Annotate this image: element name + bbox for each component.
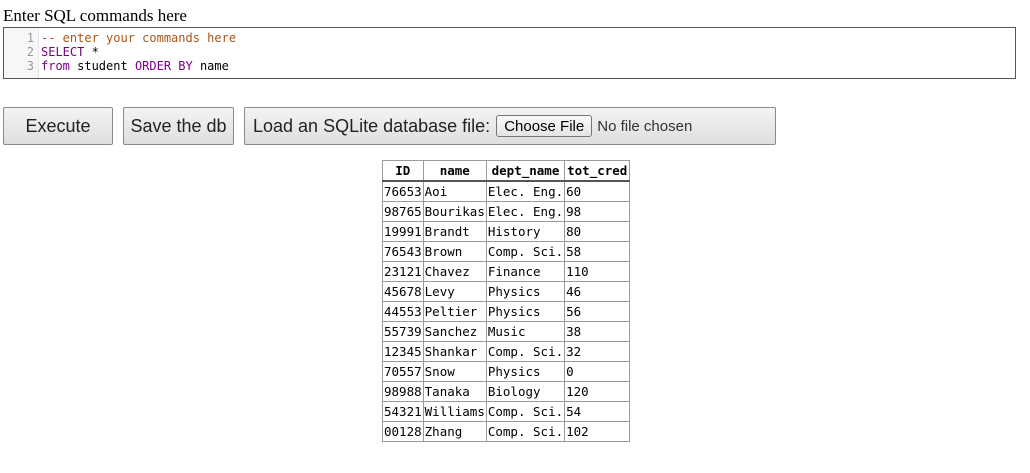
table-row: 23121 Chavez Finance 110 [382,261,631,282]
plain-token: * [84,45,99,59]
table-cell: 38 [564,321,631,342]
results-table: ID name dept_name tot_cred 76653 Aoi Elec. En… [382,160,631,442]
table-row: 00128 Zhang Comp. Sci. 102 [382,421,631,442]
table-cell: 32 [564,341,631,362]
comment-token: -- enter your commands here [41,31,237,45]
column-header-name: name [422,160,487,182]
table-cell: 55739 [382,321,424,342]
table-cell: 56 [564,301,631,322]
code-text[interactable]: from student ORDER BY name [41,59,229,73]
file-status-text: No file chosen [597,117,693,135]
table-cell: 0 [564,361,631,382]
table-cell: 76543 [382,241,424,262]
table-cell: Comp. Sci. [485,341,566,362]
execute-button[interactable]: Execute [3,107,113,145]
table-cell: Levy [422,281,487,302]
table-cell: 102 [564,421,631,442]
table-row: 44553 Peltier Physics 56 [382,301,631,322]
table-cell: Biology [485,381,566,402]
table-cell: Physics [485,281,566,302]
table-cell: 00128 [382,421,424,442]
table-cell: 98 [564,201,631,222]
table-row: 19991 Brandt History 80 [382,221,631,242]
plain-token: name [192,59,229,73]
plain-token: student [69,59,135,73]
load-db-button[interactable]: Load an SQLite database file: Choose Fil… [244,107,776,145]
table-header-row: ID name dept_name tot_cred [382,160,631,182]
table-row: 98765 Bourikas Elec. Eng. 98 [382,201,631,222]
table-cell: Zhang [422,421,487,442]
line-number: 3 [26,59,34,73]
table-cell: Snow [422,361,487,382]
line-number: 1 [26,31,34,45]
table-cell: 45678 [382,281,424,302]
table-cell: 76653 [382,180,424,202]
table-row: 70557 Snow Physics 0 [382,361,631,382]
column-header-id: ID [382,160,424,182]
column-header-dept-name: dept_name [485,160,566,182]
table-cell: Physics [485,361,566,382]
table-cell: 120 [564,381,631,402]
table-row: 76653 Aoi Elec. Eng. 60 [382,180,631,202]
table-cell: Finance [485,261,566,282]
table-cell: Shankar [422,341,487,362]
table-cell: 110 [564,261,631,282]
table-cell: Physics [485,301,566,322]
table-cell: 19991 [382,221,424,242]
table-cell: Comp. Sci. [485,401,566,422]
table-cell: Elec. Eng. [485,180,566,202]
table-cell: 46 [564,281,631,302]
table-cell: 70557 [382,361,424,382]
column-header-tot-cred: tot_cred [564,160,631,182]
code-text[interactable]: SELECT * [41,45,99,59]
table-cell: 12345 [382,341,424,362]
table-row: 55739 Sanchez Music 38 [382,321,631,342]
table-cell: Sanchez [422,321,487,342]
load-db-label: Load an SQLite database file: [253,115,491,136]
keyword-token: ORDER BY [134,59,193,73]
table-cell: History [485,221,566,242]
table-cell: Elec. Eng. [485,201,566,222]
choose-file-button[interactable]: Choose File [496,115,593,137]
table-cell: Tanaka [422,381,487,402]
table-cell: Bourikas [422,201,487,222]
code-text[interactable]: -- enter your commands here [41,31,236,45]
table-cell: Williams [422,401,487,422]
table-cell: 54 [564,401,631,422]
keyword-token: SELECT [41,45,85,59]
line-number: 2 [26,45,34,59]
prompt-label: Enter SQL commands here [3,6,187,25]
keyword-token: from [41,59,70,73]
save-db-button[interactable]: Save the db [123,107,234,145]
table-row: 45678 Levy Physics 46 [382,281,631,302]
table-row: 12345 Shankar Comp. Sci. 32 [382,341,631,362]
table-row: 54321 Williams Comp. Sci. 54 [382,401,631,422]
table-cell: Comp. Sci. [485,421,566,442]
table-body: 76653 Aoi Elec. Eng. 60 98765 Bourikas Elec. E… [382,180,631,442]
table-cell: 98988 [382,381,424,402]
table-cell: Aoi [422,180,487,202]
sql-editor[interactable]: 1 -- enter your commands here 2 SELECT * 3 fr… [3,27,1016,79]
table-cell: 58 [564,241,631,262]
table-row: 76543 Brown Comp. Sci. 58 [382,241,631,262]
table-cell: 44553 [382,301,424,322]
table-cell: Peltier [422,301,487,322]
table-cell: Chavez [422,261,487,282]
table-cell: 23121 [382,261,424,282]
table-cell: 98765 [382,201,424,222]
table-cell: Brown [422,241,487,262]
table-cell: 54321 [382,401,424,422]
table-cell: 60 [564,180,631,202]
table-cell: Brandt [422,221,487,242]
table-cell: Comp. Sci. [485,241,566,262]
table-cell: 80 [564,221,631,242]
table-cell: Music [485,321,566,342]
table-row: 98988 Tanaka Biology 120 [382,381,631,402]
